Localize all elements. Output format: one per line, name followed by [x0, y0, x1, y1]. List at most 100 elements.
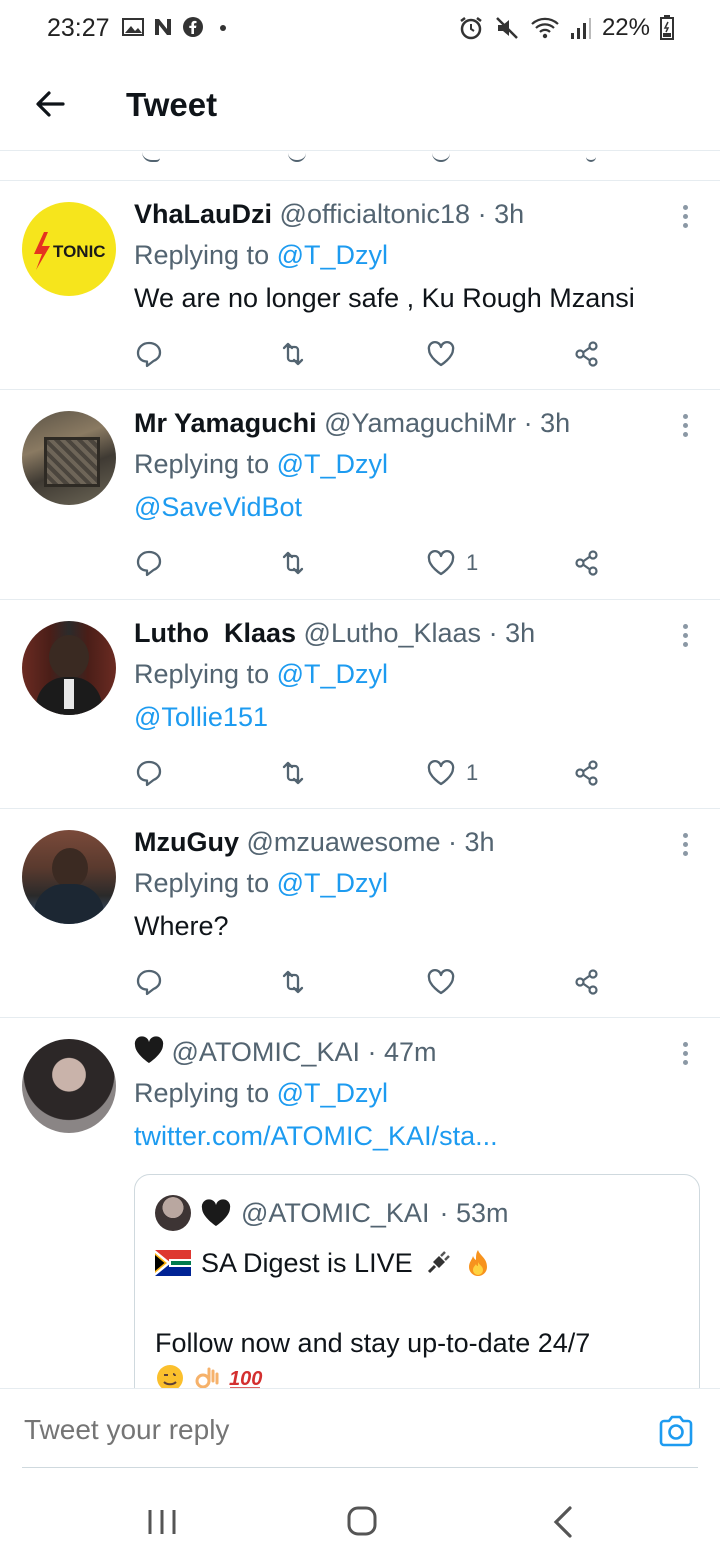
- retweet-button[interactable]: [278, 965, 308, 999]
- reply-icon-partial: [142, 150, 160, 162]
- handle[interactable]: @mzuawesome: [247, 827, 441, 857]
- quoted-handle: @ATOMIC_KAI: [241, 1197, 430, 1228]
- share-icon: [575, 760, 598, 786]
- display-name[interactable]: VhaLauDzi: [134, 199, 272, 229]
- share-button[interactable]: [572, 756, 602, 790]
- replying-to-label: Replying to: [134, 449, 270, 479]
- reply-button[interactable]: [134, 546, 164, 580]
- share-icon-partial: [586, 150, 596, 162]
- replying-to: Replying to @T_Dzyl: [134, 240, 692, 271]
- recent-apps-icon[interactable]: [142, 1504, 182, 1540]
- reply-icon: [136, 550, 162, 577]
- display-name[interactable]: Lutho Klaas: [134, 618, 296, 648]
- tweet-header: Mr Yamaguchi @YamaguchiMr · 3h: [134, 408, 692, 439]
- replying-to-label: Replying to: [134, 868, 270, 898]
- timestamp: · 3h: [488, 618, 536, 648]
- home-icon[interactable]: [342, 1504, 382, 1540]
- display-name[interactable]: Mr Yamaguchi: [134, 408, 317, 438]
- more-options-icon[interactable]: [682, 205, 690, 231]
- previous-tweet-actions-partial: [0, 150, 720, 181]
- camera-icon[interactable]: [656, 1411, 696, 1451]
- reply-tweet[interactable]: Mr Yamaguchi @YamaguchiMr · 3h Replying …: [0, 390, 720, 600]
- tweet-link[interactable]: twitter.com/ATOMIC_KAI/sta...: [134, 1121, 692, 1152]
- tweet-text: Where?: [134, 911, 229, 941]
- like-button[interactable]: 1: [426, 756, 478, 790]
- reply-button[interactable]: [134, 756, 164, 790]
- replying-to-mention[interactable]: @T_Dzyl: [277, 1078, 388, 1108]
- avatar-body: [34, 884, 104, 924]
- like-icon-partial: [432, 150, 450, 162]
- like-button[interactable]: [426, 965, 466, 999]
- system-navigation-bar: [0, 1480, 720, 1560]
- share-button[interactable]: [572, 965, 602, 999]
- notification-n-icon: [155, 19, 171, 35]
- system-back-icon[interactable]: [544, 1504, 584, 1540]
- tweet-header: VhaLauDzi @officialtonic18 · 3h: [134, 199, 692, 230]
- heart-icon: [427, 969, 455, 995]
- app-header: Tweet: [0, 62, 720, 151]
- reply-tweet[interactable]: Lutho Klaas @Lutho_Klaas · 3h Replying t…: [0, 600, 720, 809]
- south-africa-flag-icon: [155, 1250, 191, 1276]
- replying-to-mention[interactable]: @T_Dzyl: [277, 449, 388, 479]
- timestamp: · 47m: [367, 1037, 437, 1067]
- reply-icon: [136, 969, 162, 996]
- tweet-mention[interactable]: @Tollie151: [134, 702, 692, 733]
- more-options-icon[interactable]: [682, 1042, 690, 1068]
- back-arrow-icon[interactable]: [30, 84, 70, 124]
- tweet-text: We are no longer safe , Ku Rough Mzansi: [134, 283, 635, 313]
- replying-to-mention[interactable]: @T_Dzyl: [277, 240, 388, 270]
- more-options-icon[interactable]: [682, 833, 690, 859]
- share-button[interactable]: [572, 337, 602, 371]
- plug-icon: [427, 1251, 450, 1274]
- page-title: Tweet: [126, 86, 218, 123]
- reply-tweet[interactable]: @ATOMIC_KAI · 47m Replying to @T_Dzyl tw…: [0, 1018, 720, 1416]
- status-time: 23:27: [47, 14, 110, 42]
- quoted-tweet-card[interactable]: @ATOMIC_KAI · 53m SA Digest is LIVE Foll…: [134, 1174, 700, 1416]
- share-button[interactable]: [572, 546, 602, 580]
- reply-icon: [136, 760, 162, 787]
- more-options-icon[interactable]: [682, 624, 690, 650]
- reply-button[interactable]: [134, 965, 164, 999]
- facebook-icon: [183, 17, 203, 37]
- reply-button[interactable]: [134, 337, 164, 371]
- timestamp: · 3h: [448, 827, 495, 857]
- retweet-button[interactable]: [278, 756, 308, 790]
- heart-icon: [427, 550, 455, 576]
- avatar[interactable]: [22, 1039, 116, 1133]
- tweet-mention[interactable]: @SaveVidBot: [134, 492, 692, 523]
- tonic-logo: TONIC: [34, 232, 106, 270]
- replying-to-mention[interactable]: @T_Dzyl: [277, 659, 388, 689]
- handle[interactable]: @officialtonic18: [280, 199, 471, 229]
- reply-tweet[interactable]: MzuGuy @mzuawesome · 3h Replying to @T_D…: [0, 809, 720, 1018]
- like-button[interactable]: 1: [426, 546, 478, 580]
- share-icon: [575, 550, 598, 576]
- quoted-avatar: [155, 1195, 191, 1231]
- avatar-brand-text: TONIC: [53, 242, 106, 261]
- handle[interactable]: @Lutho_Klaas: [304, 618, 482, 648]
- handle[interactable]: @ATOMIC_KAI: [172, 1037, 360, 1067]
- heart-icon: [427, 341, 455, 367]
- share-icon: [575, 341, 598, 367]
- avatar-face: [49, 635, 89, 679]
- handle[interactable]: @YamaguchiMr: [324, 408, 516, 438]
- alarm-icon: [460, 17, 482, 40]
- avatar[interactable]: [22, 411, 116, 505]
- like-button[interactable]: [426, 337, 466, 371]
- replying-to-mention[interactable]: @T_Dzyl: [277, 868, 388, 898]
- tweet-actions: 1: [134, 546, 614, 580]
- retweet-button[interactable]: [278, 337, 308, 371]
- retweet-icon: [282, 551, 304, 575]
- reply-tweet[interactable]: TONIC VhaLauDzi @officialtonic18 · 3h Re…: [0, 181, 720, 390]
- avatar[interactable]: TONIC: [22, 202, 116, 296]
- reply-input[interactable]: [22, 1413, 586, 1447]
- retweet-button[interactable]: [278, 546, 308, 580]
- gallery-icon: [122, 18, 144, 36]
- avatar[interactable]: [22, 621, 116, 715]
- avatar[interactable]: [22, 830, 116, 924]
- black-heart-icon: [201, 1199, 231, 1226]
- display-name[interactable]: MzuGuy: [134, 827, 239, 857]
- tweet-actions: [134, 337, 614, 371]
- more-options-icon[interactable]: [682, 414, 690, 440]
- black-heart-icon: [134, 1036, 164, 1063]
- battery-percent: 22%: [601, 14, 650, 41]
